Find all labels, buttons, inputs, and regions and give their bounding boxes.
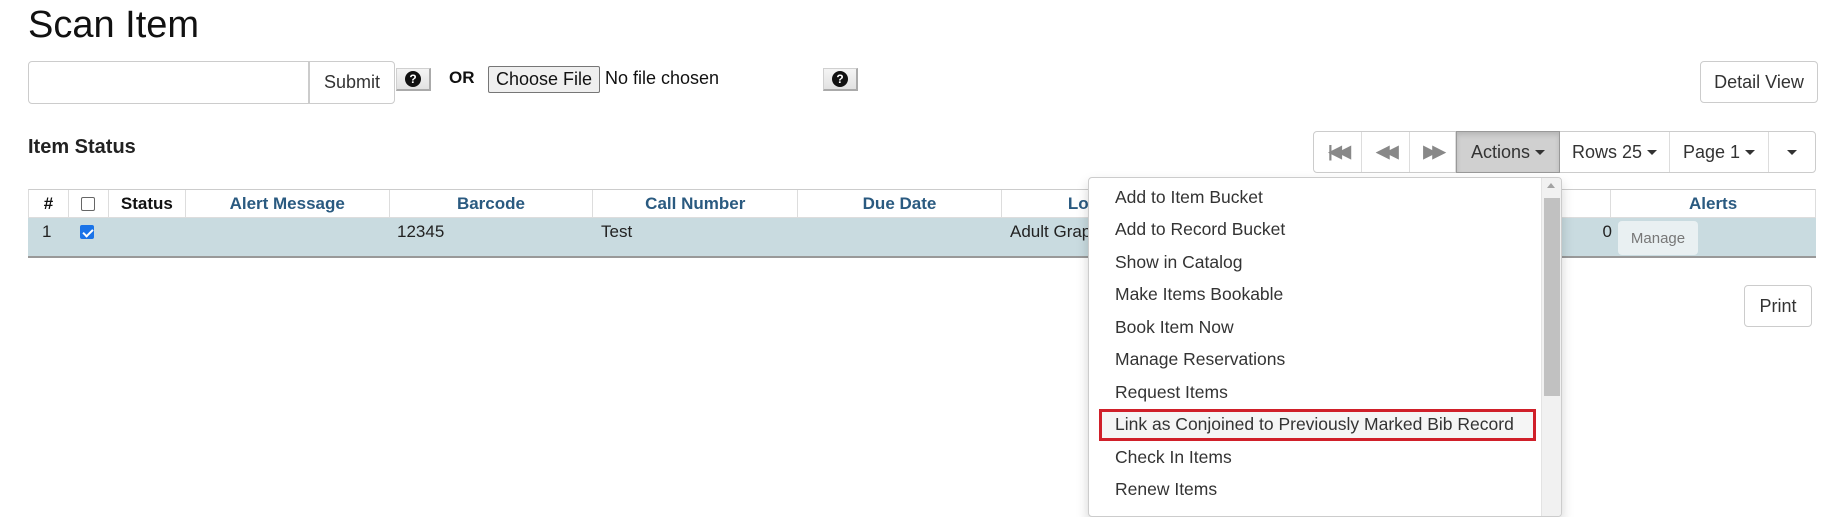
page-label: Page 1	[1682, 141, 1741, 162]
file-status: No file chosen	[605, 68, 720, 88]
row-call-number: Test	[601, 222, 633, 241]
print-button[interactable]: Print	[1744, 285, 1812, 327]
row-select-cell[interactable]	[68, 218, 108, 256]
menu-item-manage-reservations[interactable]: Manage Reservations	[1089, 344, 1544, 377]
actions-label: Actions	[1470, 141, 1531, 162]
previous-page-button[interactable]: ◀◀	[1362, 132, 1410, 172]
barcode-input[interactable]	[28, 61, 309, 104]
menu-item-link-as-conjoined[interactable]: Link as Conjoined to Previously Marked B…	[1099, 408, 1536, 441]
first-page-icon: |◀◀	[1328, 142, 1351, 161]
actions-dropdown-menu: Add to Item Bucket Add to Record Bucket …	[1088, 177, 1562, 517]
scrollbar-thumb[interactable]	[1544, 198, 1560, 396]
column-header-index: #	[29, 190, 69, 217]
column-header-status[interactable]: Status	[109, 190, 186, 217]
row-select-checkbox[interactable]	[80, 225, 94, 239]
rows-label: Rows 25	[1571, 141, 1643, 162]
question-circle-icon: ?	[832, 71, 848, 87]
column-header-call-number[interactable]: Call Number	[593, 190, 799, 217]
row-alert-message	[185, 218, 389, 256]
caret-down-icon	[1535, 149, 1546, 155]
row-index: 1	[42, 222, 52, 241]
actions-dropdown-button[interactable]: Actions	[1456, 131, 1560, 173]
caret-down-icon	[1745, 149, 1756, 155]
scroll-up-arrow-icon[interactable]	[1547, 183, 1555, 188]
or-label: OR	[449, 68, 475, 87]
row-alerts-cell: Manage	[1612, 218, 1816, 256]
menu-item-show-in-catalog[interactable]: Show in Catalog	[1089, 246, 1544, 279]
page-dropdown-button[interactable]: Page 1	[1670, 132, 1769, 172]
row-status	[108, 218, 185, 256]
column-header-alerts[interactable]: Alerts	[1611, 190, 1815, 217]
question-circle-icon: ?	[405, 71, 421, 87]
menu-scrollbar[interactable]	[1541, 178, 1561, 516]
first-page-button[interactable]: |◀◀	[1314, 132, 1362, 172]
menu-item-add-to-item-bucket[interactable]: Add to Item Bucket	[1089, 181, 1544, 214]
previous-page-icon: ◀◀	[1376, 142, 1398, 161]
menu-item-add-to-record-bucket[interactable]: Add to Record Bucket	[1089, 214, 1544, 247]
menu-item-renew-items[interactable]: Renew Items	[1089, 474, 1544, 507]
column-header-due-date[interactable]: Due Date	[798, 190, 1002, 217]
detail-view-button[interactable]: Detail View	[1700, 61, 1818, 103]
column-options-button[interactable]	[1769, 132, 1815, 172]
next-page-icon: ▶▶	[1423, 142, 1445, 161]
barcode-help-button[interactable]: ?	[396, 68, 431, 91]
page-title: Scan Item	[28, 4, 200, 46]
actions-menu-list: Add to Item Bucket Add to Record Bucket …	[1089, 178, 1544, 506]
choose-file-button[interactable]: Choose File	[488, 66, 600, 93]
grid-toolbar: |◀◀ ◀◀ ▶▶ Actions Rows 25 Page 1	[1313, 131, 1816, 173]
caret-down-icon	[1647, 149, 1658, 155]
column-header-select-all[interactable]	[69, 190, 109, 217]
column-header-alert-message[interactable]: Alert Message	[186, 190, 390, 217]
column-header-barcode[interactable]: Barcode	[390, 190, 594, 217]
row-barcode[interactable]: 12345	[389, 218, 593, 256]
next-page-button[interactable]: ▶▶	[1410, 132, 1456, 172]
caret-down-icon	[1787, 149, 1797, 155]
menu-item-request-items[interactable]: Request Items	[1089, 376, 1544, 409]
submit-button[interactable]: Submit	[309, 61, 395, 104]
file-help-button[interactable]: ?	[823, 68, 858, 91]
row-due-date	[798, 218, 1002, 256]
select-all-checkbox[interactable]	[81, 196, 96, 211]
manage-alerts-button[interactable]: Manage	[1618, 221, 1698, 255]
item-status-heading: Item Status	[28, 136, 136, 158]
menu-item-book-item-now[interactable]: Book Item Now	[1089, 311, 1544, 344]
menu-item-check-in-items[interactable]: Check In Items	[1089, 441, 1544, 474]
menu-item-make-items-bookable[interactable]: Make Items Bookable	[1089, 279, 1544, 312]
rows-dropdown-button[interactable]: Rows 25	[1560, 132, 1670, 172]
